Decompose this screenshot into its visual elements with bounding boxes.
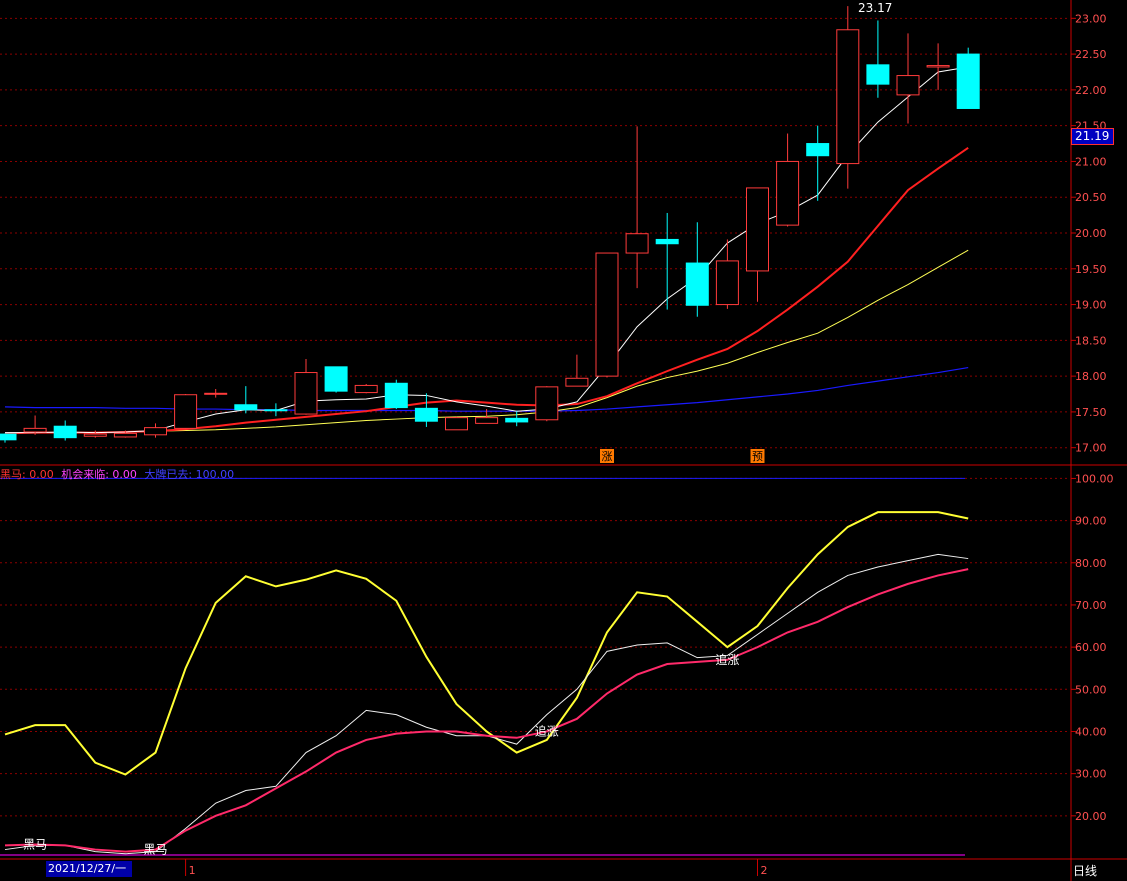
price-tick-label: 19.50: [1075, 263, 1107, 276]
legend-item-heima: 黑马: 0.00: [0, 468, 54, 481]
candle-body: [535, 386, 559, 421]
price-tick-label: 22.00: [1075, 84, 1107, 97]
price-tick-label: 23.00: [1075, 12, 1107, 25]
candle-body: [685, 262, 709, 306]
candle-body: [113, 432, 137, 438]
oscillator-series-1: [4, 553, 969, 855]
price-tick-label: 18.00: [1075, 370, 1107, 383]
price-tick-label: 17.50: [1075, 406, 1107, 419]
indicator-legend: 黑马: 0.00 机会来临: 0.00 大牌已去: 100.00: [0, 466, 238, 482]
ma5-line: [5, 66, 969, 434]
price-tick-label: 18.50: [1075, 334, 1107, 347]
candle-body: [806, 143, 830, 157]
candle-body: [23, 427, 47, 433]
candle-body: [866, 64, 890, 85]
oscillator-tick-label: 70.00: [1075, 599, 1107, 612]
candle-body: [414, 407, 438, 422]
oscillator-tick-label: 90.00: [1075, 515, 1107, 528]
oscillator-lines: [4, 511, 969, 855]
ma10-line: [4, 147, 969, 435]
price-axis: 17.00 17.50 18.00 18.50 19.00 19.50 20.00 20.50…: [1071, 12, 1107, 455]
price-tick-label: 20.00: [1075, 227, 1107, 240]
price-tick-label: 21.00: [1075, 155, 1107, 168]
candle-body: [565, 377, 589, 387]
oscillator-signal-label: 追涨: [715, 652, 739, 667]
oscillator-tick-label: 40.00: [1075, 725, 1107, 738]
stock-chart[interactable]: 涨预 黑马 黑马追涨追涨 17.0017.5018.0018.5019.0019.…: [0, 0, 1127, 881]
candle-body: [354, 384, 378, 394]
candle-body: [0, 433, 17, 441]
legend-item-dapai: 大牌已去: 100.00: [144, 468, 235, 481]
candle-body: [144, 427, 167, 436]
candle-body: [475, 417, 499, 424]
candle-body: [204, 392, 228, 395]
oscillator-tick-label: 80.00: [1075, 557, 1107, 570]
candle-body: [234, 404, 258, 411]
candle-body: [53, 425, 77, 439]
oscillator-axis: 20.00 30.00 40.00 50.00 60.00 70.00 80.00 90.00…: [1071, 472, 1114, 823]
candle-body: [715, 260, 739, 306]
candle-body: [384, 382, 408, 409]
oscillator-tick-label: 20.00: [1075, 810, 1107, 823]
legend-item-jihui: 机会来临: 0.00: [61, 468, 137, 481]
oscillator-series-2: [4, 568, 969, 853]
candle-body: [294, 372, 318, 415]
candle-body: [926, 65, 950, 68]
candle-body: [746, 187, 769, 272]
oscillator-tick-label: 100.00: [1075, 472, 1114, 485]
candle-body: [956, 53, 980, 109]
moving-average-lines: [4, 66, 969, 435]
date-cursor-label: 2021/12/27/一: [46, 861, 132, 877]
current-price-tag: 21.19: [1071, 128, 1114, 145]
signal-marker-text: 涨: [602, 450, 613, 463]
candlesticks: [0, 6, 980, 443]
candle-body: [655, 238, 679, 245]
price-tick-label: 17.00: [1075, 442, 1107, 455]
oscillator-grid: [0, 477, 1070, 856]
signal-marker-text: 预: [752, 450, 763, 463]
x-tick-label: 2: [761, 864, 768, 877]
candle-body: [836, 29, 860, 165]
oscillator-signal-label: 黑马: [143, 843, 167, 857]
panel-frames: [0, 0, 1127, 881]
oscillator-tick-label: 50.00: [1075, 683, 1107, 696]
oscillator-labels: 黑马 黑马追涨追涨: [23, 652, 739, 857]
candle-body: [896, 75, 920, 96]
candle-body: [264, 409, 288, 412]
candle-body: [324, 366, 348, 392]
max-price-label: 23.17: [858, 1, 892, 15]
candle-body: [505, 417, 529, 423]
oscillator-tick-label: 60.00: [1075, 641, 1107, 654]
candle-body: [776, 160, 800, 226]
candle-body: [625, 233, 649, 254]
date-axis: 12: [185, 859, 768, 877]
price-tick-label: 22.50: [1075, 48, 1107, 61]
oscillator-signal-label: 黑马: [23, 838, 47, 852]
price-tick-label: 20.50: [1075, 191, 1107, 204]
oscillator-tick-label: 30.00: [1075, 768, 1107, 781]
x-tick-label: 1: [189, 864, 196, 877]
candle-body: [445, 417, 468, 431]
signal-markers: 涨预: [600, 449, 765, 463]
candle-body: [174, 394, 198, 429]
candle-body: [595, 252, 619, 377]
oscillator-signal-label: 追涨: [535, 723, 559, 738]
price-tick-label: 19.00: [1075, 299, 1107, 312]
candle-body: [83, 433, 107, 437]
ma60-line: [4, 366, 969, 412]
period-selector[interactable]: 日线: [1073, 862, 1097, 879]
